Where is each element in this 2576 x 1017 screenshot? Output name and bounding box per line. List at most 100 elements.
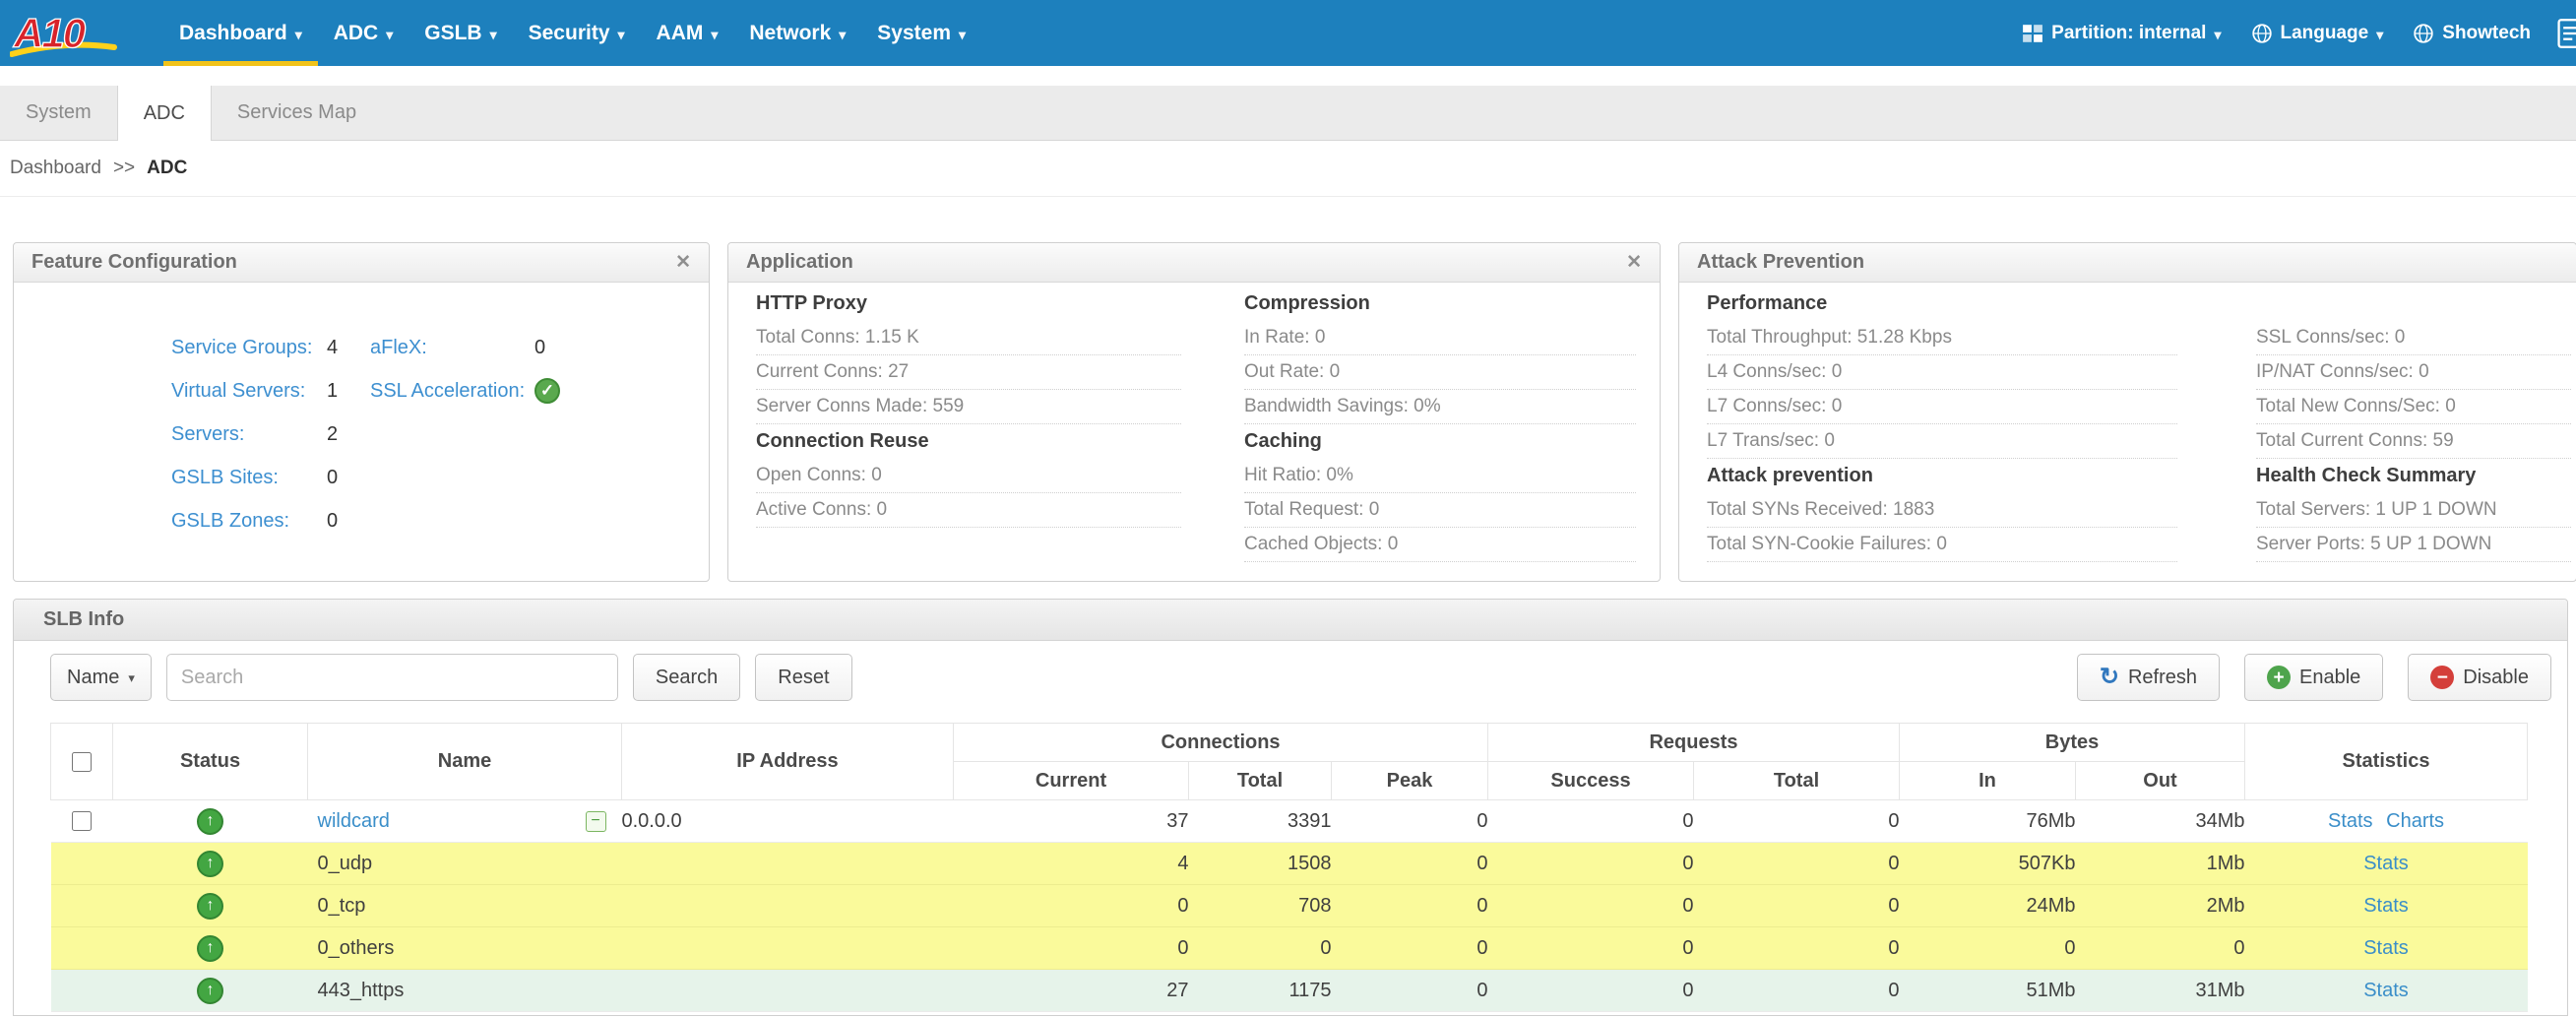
ssl-acceleration-link[interactable]: SSL Acceleration:: [370, 380, 534, 403]
panel-header: Feature Configuration ✕: [14, 243, 709, 283]
stats-link[interactable]: Stats: [2363, 853, 2409, 874]
metric-ipnat-conns-sec: IP/NAT Conns/sec: 0: [2256, 355, 2571, 390]
aflex-link[interactable]: aFleX:: [370, 337, 534, 359]
a10-logo-text: A10: [14, 13, 84, 54]
req-success: 0: [1488, 970, 1694, 1012]
enable-button[interactable]: + Enable: [2244, 654, 2383, 701]
stats-link[interactable]: Stats: [2363, 980, 2409, 1001]
port-name: 443_https: [318, 980, 405, 1002]
partition-icon: [2022, 23, 2043, 44]
gslb-sites-link[interactable]: GSLB Sites:: [171, 467, 327, 489]
name-filter-dropdown[interactable]: Name ▾: [50, 654, 152, 701]
status-up-icon: ↑: [197, 808, 223, 835]
refresh-icon: ↻: [2100, 666, 2119, 689]
panel-title: Feature Configuration: [31, 251, 237, 274]
search-button[interactable]: Search: [633, 654, 740, 701]
service-groups-link[interactable]: Service Groups:: [171, 337, 327, 359]
language-selector[interactable]: Language ▾: [2251, 23, 2384, 44]
bytes-in: 76Mb: [1900, 800, 2076, 843]
nav-dashboard[interactable]: Dashboard ▾: [163, 0, 318, 66]
metric-hit-ratio: Hit Ratio: 0%: [1244, 459, 1636, 493]
select-all-checkbox[interactable]: [72, 752, 92, 772]
virtual-servers-link[interactable]: Virtual Servers:: [171, 380, 327, 403]
name-filter-label: Name: [67, 667, 119, 689]
metric-l4-conns-sec: L4 Conns/sec: 0: [1707, 355, 2177, 390]
breadcrumb-dashboard[interactable]: Dashboard: [10, 158, 101, 179]
gslb-zones-link[interactable]: GSLB Zones:: [171, 510, 327, 533]
status-up-icon: ↑: [197, 893, 223, 920]
col-header-current: Current: [954, 762, 1189, 800]
bytes-in: 51Mb: [1900, 970, 2076, 1012]
nav-aam[interactable]: AAM ▾: [641, 0, 734, 66]
chevron-down-icon: ▾: [618, 24, 625, 43]
feature-row: Virtual Servers: 1 SSL Acceleration: ✓: [14, 369, 709, 413]
servers-link[interactable]: Servers:: [171, 423, 327, 446]
feature-row: Service Groups: 4 aFleX: 0: [14, 326, 709, 369]
row-checkbox[interactable]: [72, 811, 92, 831]
table-row-0-others: ↑ 0_others 0 0 0 0 0 0 0 Stats: [51, 927, 2528, 970]
chevron-down-icon: ▾: [2376, 24, 2383, 43]
metric-total-servers: Total Servers: 1 UP 1 DOWN: [2256, 493, 2571, 528]
stats-link[interactable]: Stats: [2328, 810, 2373, 832]
close-icon[interactable]: ✕: [675, 251, 691, 274]
compression-title: Compression: [1244, 286, 1636, 321]
close-icon[interactable]: ✕: [1626, 251, 1642, 274]
breadcrumb-current: ADC: [147, 158, 187, 179]
reset-button[interactable]: Reset: [755, 654, 851, 701]
charts-link[interactable]: Charts: [2386, 810, 2444, 832]
bytes-out: 0: [2076, 927, 2245, 970]
nav-system[interactable]: System ▾: [861, 0, 981, 66]
conns-total: 1508: [1189, 843, 1332, 885]
metric-total-conns: Total Conns: 1.15 K: [756, 321, 1181, 355]
bytes-out: 2Mb: [2076, 885, 2245, 927]
tab-adc[interactable]: ADC: [117, 86, 212, 141]
showtech-button[interactable]: Showtech: [2413, 23, 2531, 44]
application-panel: Application ✕ HTTP Proxy Total Conns: 1.…: [727, 242, 1661, 582]
tab-system[interactable]: System: [0, 86, 117, 140]
nav-utilities: Partition: internal ▾ Language ▾ Showtec…: [2022, 0, 2576, 66]
col-group-requests: Requests: [1488, 724, 1900, 762]
a10-logo[interactable]: A10: [0, 0, 163, 66]
attack-prevention-panel: Attack Prevention Performance Total Thro…: [1678, 242, 2576, 582]
nav-gslb-label: GSLB: [424, 22, 481, 45]
virtual-server-link[interactable]: wildcard: [318, 810, 390, 833]
nav-adc[interactable]: ADC ▾: [318, 0, 409, 66]
search-input[interactable]: [166, 654, 618, 701]
document-icon[interactable]: [2556, 18, 2576, 49]
tab-services-map[interactable]: Services Map: [212, 86, 382, 140]
table-row-0-udp: ↑ 0_udp 4 1508 0 0 0 507Kb 1Mb Stats: [51, 843, 2528, 885]
conns-peak: 0: [1332, 885, 1488, 927]
application-right-column: Compression In Rate: 0 Out Rate: 0 Bandw…: [1244, 286, 1636, 562]
language-label: Language: [2281, 23, 2369, 44]
col-header-name: Name: [308, 724, 622, 800]
collapse-icon[interactable]: −: [586, 811, 606, 832]
service-groups-value: 4: [327, 337, 370, 359]
nav-network[interactable]: Network ▾: [733, 0, 861, 66]
slb-table: Status Name IP Address Connections Reque…: [50, 723, 2528, 1012]
nav-security-label: Security: [529, 22, 610, 45]
bytes-in: 24Mb: [1900, 885, 2076, 927]
refresh-button-label: Refresh: [2128, 667, 2197, 689]
disable-button[interactable]: − Disable: [2408, 654, 2551, 701]
health-check-summary-title: Health Check Summary: [2256, 459, 2571, 493]
metric-server-conns-made: Server Conns Made: 559: [756, 390, 1181, 424]
stats-link[interactable]: Stats: [2363, 895, 2409, 917]
panel-title: Attack Prevention: [1697, 251, 1864, 274]
req-total: 0: [1694, 843, 1900, 885]
slb-table-header: Status Name IP Address Connections Reque…: [51, 724, 2528, 800]
conns-peak: 0: [1332, 970, 1488, 1012]
col-header-ip: IP Address: [622, 724, 954, 800]
metric-cached-objects: Cached Objects: 0: [1244, 528, 1636, 562]
reset-button-label: Reset: [778, 667, 829, 689]
nav-security[interactable]: Security ▾: [513, 0, 641, 66]
refresh-button[interactable]: ↻ Refresh: [2077, 654, 2220, 701]
enable-plus-icon: +: [2267, 666, 2291, 689]
stats-link[interactable]: Stats: [2363, 937, 2409, 959]
metric-bandwidth-savings: Bandwidth Savings: 0%: [1244, 390, 1636, 424]
nav-gslb[interactable]: GSLB ▾: [408, 0, 512, 66]
partition-selector[interactable]: Partition: internal ▾: [2022, 23, 2221, 44]
slb-toolbar-actions: ↻ Refresh + Enable − Disable: [2077, 654, 2551, 701]
showtech-label: Showtech: [2442, 23, 2531, 44]
req-total: 0: [1694, 885, 1900, 927]
chevron-down-icon: ▾: [711, 24, 718, 43]
